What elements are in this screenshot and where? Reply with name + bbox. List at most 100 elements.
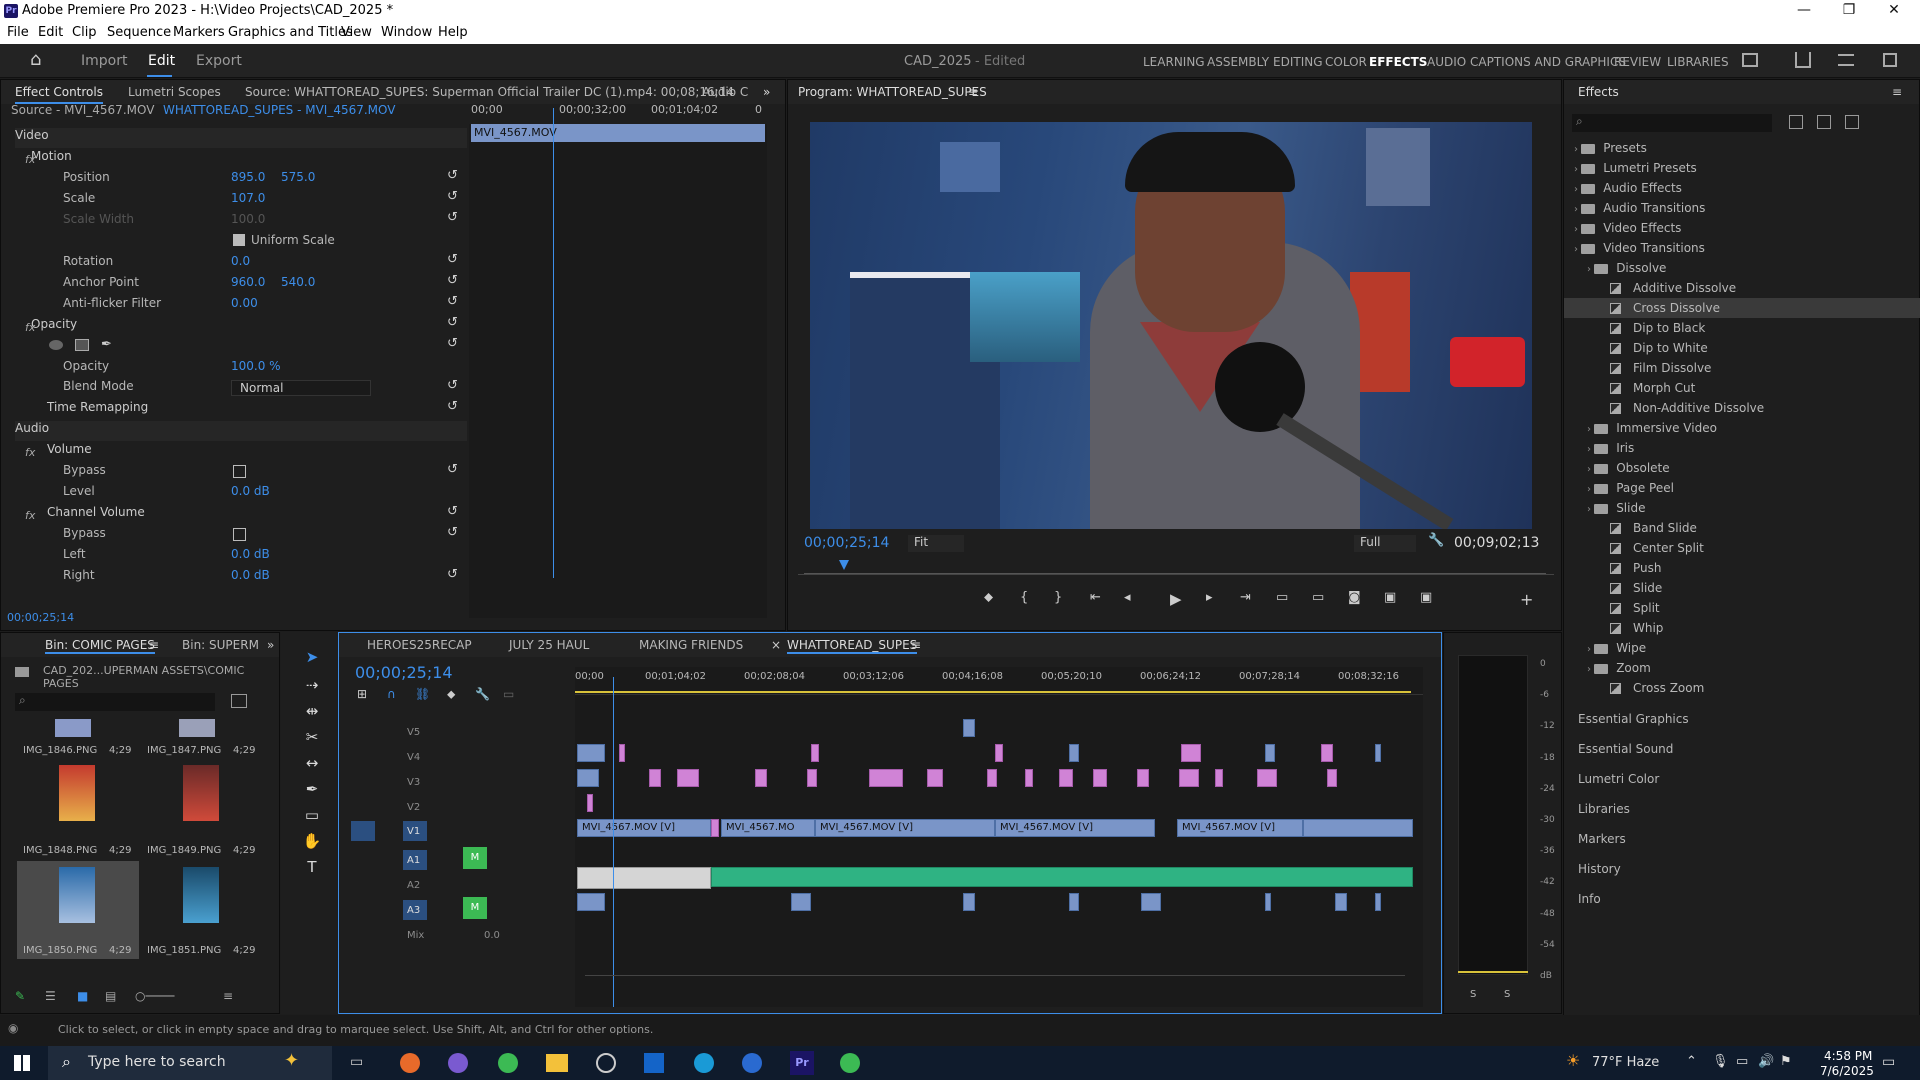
track-a2-label[interactable]: A2 (407, 880, 420, 891)
reset-icon[interactable]: ↺ (447, 567, 458, 582)
hand-tool-icon[interactable]: ✋ (301, 832, 323, 850)
channel-bypass-checkbox[interactable] (233, 528, 246, 541)
opacity-value[interactable]: 100.0 % (231, 359, 281, 379)
menu-help[interactable]: Help (438, 25, 468, 40)
effects-folder[interactable]: › Obsolete (1564, 458, 1920, 478)
track-v5-label[interactable]: V5 (407, 727, 420, 738)
mark-in-icon[interactable]: { (1020, 590, 1028, 605)
clip[interactable] (963, 719, 975, 737)
captions-icon[interactable]: ▭ (503, 687, 514, 701)
timeline-ruler[interactable]: 00;00 00;01;04;02 00;02;08;04 00;03;12;0… (575, 667, 1423, 695)
level-value[interactable]: 0.0 dB (231, 484, 270, 504)
nest-icon[interactable]: ⊞ (357, 687, 367, 701)
notifications-icon[interactable]: ▭ (1882, 1054, 1895, 1070)
button-editor-icon[interactable]: + (1520, 590, 1533, 609)
effects-folder[interactable]: › Page Peel (1564, 478, 1920, 498)
list-view-icon[interactable]: ☰ (45, 989, 56, 1003)
clip[interactable] (1069, 744, 1079, 762)
clip[interactable] (677, 769, 699, 787)
thumbnail[interactable] (183, 765, 219, 821)
home-icon[interactable]: ⌂ (30, 49, 41, 70)
settings-wrench-icon[interactable]: 🔧 (475, 687, 490, 701)
yuv-effects-icon[interactable] (1845, 115, 1859, 129)
rectangle-mask-icon[interactable] (75, 339, 89, 351)
reset-icon[interactable]: ↺ (447, 399, 458, 414)
panel-history[interactable]: History (1578, 862, 1621, 876)
clip[interactable] (807, 769, 817, 787)
taskbar-date[interactable]: 7/6/2025 (1820, 1064, 1874, 1078)
panel-menu-icon[interactable]: ≡ (968, 85, 978, 99)
messenger-icon[interactable] (742, 1053, 762, 1073)
clip[interactable] (619, 744, 625, 762)
task-view-icon[interactable]: ▭ (350, 1054, 363, 1070)
panel-markers[interactable]: Markers (1578, 832, 1626, 846)
mute-a3-button[interactable]: M (463, 897, 487, 919)
track-v2-label[interactable]: V2 (407, 802, 420, 813)
panel-essential-sound[interactable]: Essential Sound (1578, 742, 1673, 756)
effects-folder[interactable]: › Presets (1564, 138, 1920, 158)
chevron-right-icon[interactable]: › (1587, 484, 1594, 495)
fx-channel-volume[interactable]: Channel Volume (47, 505, 145, 525)
go-to-out-icon[interactable]: ⇥ (1240, 590, 1251, 605)
effects-folder[interactable]: › Zoom (1564, 658, 1920, 678)
effects-item[interactable]: Band Slide (1564, 518, 1920, 538)
audio-clip[interactable] (577, 893, 605, 911)
clip[interactable] (1137, 769, 1149, 787)
sequence-clip-label[interactable]: WHATTOREAD_SUPES - MVI_4567.MOV (163, 103, 395, 123)
clip[interactable] (1257, 769, 1277, 787)
chevron-right-icon[interactable]: › (1574, 204, 1581, 215)
effects-folder[interactable]: › Iris (1564, 438, 1920, 458)
effects-item[interactable]: Cross Dissolve (1564, 298, 1920, 318)
clip[interactable] (869, 769, 903, 787)
ws-effects[interactable]: EFFECTS (1369, 55, 1427, 69)
chatgpt-icon[interactable] (596, 1053, 616, 1073)
effects-folder[interactable]: › Audio Transitions (1564, 198, 1920, 218)
linked-selection-icon[interactable]: ⛓ (415, 687, 430, 701)
effects-item[interactable]: Center Split (1564, 538, 1920, 558)
outlook-icon[interactable] (644, 1053, 664, 1073)
bypass-checkbox[interactable] (233, 465, 246, 478)
tray-chevron-icon[interactable]: ⌃ (1686, 1054, 1697, 1069)
ws-audio[interactable]: AUDIO (1427, 55, 1466, 69)
panel-menu-icon[interactable]: ≡ (149, 638, 159, 652)
track-v4-label[interactable]: V4 (407, 752, 420, 763)
effects-item[interactable]: Morph Cut (1564, 378, 1920, 398)
clip[interactable] (649, 769, 661, 787)
clip[interactable] (577, 769, 599, 787)
effects-folder[interactable]: › Slide (1564, 498, 1920, 518)
panel-menu-icon[interactable] (1838, 54, 1854, 66)
program-scrubber[interactable] (804, 560, 1546, 574)
source-patch-v1[interactable] (351, 821, 375, 841)
export-frame-icon[interactable]: ◙ (1348, 590, 1361, 605)
reset-icon[interactable]: ↺ (447, 504, 458, 519)
tab-bin-superman[interactable]: Bin: SUPERM (182, 638, 259, 652)
vpn-icon[interactable]: ⚑ (1780, 1054, 1792, 1069)
clip[interactable] (1265, 744, 1275, 762)
tab-july-25-haul[interactable]: JULY 25 HAUL (509, 638, 589, 652)
taskbar-time[interactable]: 4:58 PM (1824, 1049, 1872, 1063)
quick-export-icon[interactable] (1742, 53, 1758, 67)
audio-clip[interactable] (1375, 893, 1381, 911)
effects-item[interactable]: Slide (1564, 578, 1920, 598)
anchor-y[interactable]: 540.0 (281, 275, 315, 295)
track-v3-label[interactable]: V3 (407, 777, 420, 788)
chevron-right-icon[interactable]: › (1587, 504, 1594, 515)
track-a3-label[interactable]: A3 (407, 905, 420, 916)
effects-item[interactable]: Dip to Black (1564, 318, 1920, 338)
menu-file[interactable]: File (7, 25, 29, 40)
effects-item[interactable]: Film Dissolve (1564, 358, 1920, 378)
ws-assembly[interactable]: ASSEMBLY (1207, 55, 1269, 69)
effects-item[interactable]: Cross Zoom (1564, 678, 1920, 698)
reset-icon[interactable]: ↺ (447, 294, 458, 309)
copilot-icon[interactable] (448, 1053, 468, 1073)
chevron-right-icon[interactable]: › (1587, 444, 1594, 455)
left-value[interactable]: 0.0 dB (231, 547, 270, 567)
effects-item[interactable]: Non-Additive Dissolve (1564, 398, 1920, 418)
solo-right-button[interactable]: S (1504, 989, 1510, 1000)
effects-folder[interactable]: › Lumetri Presets (1564, 158, 1920, 178)
icon-view-icon[interactable]: ■ (77, 989, 88, 1003)
chevron-right-icon[interactable]: › (1587, 264, 1594, 275)
zoom-bar[interactable] (798, 574, 1554, 575)
clip[interactable] (927, 769, 943, 787)
chevron-right-icon[interactable]: › (1587, 424, 1594, 435)
